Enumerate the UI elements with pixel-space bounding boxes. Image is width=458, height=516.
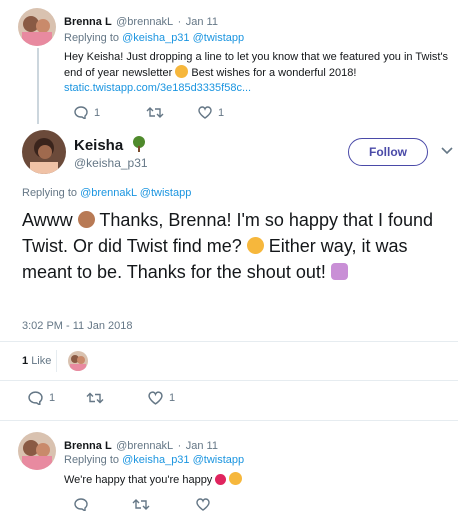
- reply-replying-to: Replying to @keisha_p31 @twistapp: [64, 32, 244, 44]
- reply-tweet-text: Hey Keisha! Just dropping a line to let …: [64, 50, 454, 96]
- thread-line: [37, 48, 39, 124]
- reply-count: 1: [94, 106, 101, 119]
- retweet-icon: [86, 392, 104, 404]
- bottom-retweet-button[interactable]: [132, 498, 150, 516]
- reply-icon: [74, 498, 88, 513]
- main-like-button[interactable]: 1: [148, 391, 175, 410]
- like-button-top[interactable]: 1: [198, 106, 224, 124]
- replying-prefix: Replying to: [64, 32, 120, 44]
- retweet-button-top[interactable]: [146, 106, 164, 124]
- reply-link[interactable]: static.twistapp.com/3e185d3335f58c...: [64, 82, 251, 94]
- divider: [0, 420, 458, 421]
- reply-author-name[interactable]: Brenna L: [64, 16, 112, 28]
- bottom-reply-button[interactable]: [74, 498, 88, 516]
- bottom-date[interactable]: Jan 11: [186, 440, 218, 452]
- keisha-avatar[interactable]: [22, 130, 66, 174]
- main-author-name[interactable]: Keisha: [74, 137, 123, 154]
- separator-dot: ·: [177, 16, 182, 28]
- replying-handles[interactable]: @keisha_p31 @twistapp: [122, 32, 244, 44]
- grin-emoji-icon: [175, 65, 189, 78]
- like-count: 1: [218, 106, 225, 119]
- likes-count: 1: [22, 355, 29, 367]
- likes-summary[interactable]: 1 Like: [22, 355, 51, 367]
- hugging-face-emoji-icon: [229, 472, 243, 485]
- tree-emoji-icon: [132, 136, 145, 152]
- main-text-1: Awww: [22, 210, 73, 230]
- reply-author-handle[interactable]: @brennakL: [116, 16, 173, 28]
- main-author: Keisha: [74, 136, 147, 155]
- main-reply-button[interactable]: 1: [28, 391, 55, 410]
- likes-label: Like: [31, 355, 52, 367]
- main-like-count: 1: [169, 392, 176, 404]
- woman-raising-hand-emoji-icon: [330, 263, 348, 280]
- retweet-icon: [132, 499, 150, 510]
- main-replying-to: Replying to @brennakL @twistapp: [22, 187, 191, 199]
- reply-date[interactable]: Jan 11: [186, 16, 218, 28]
- reply-icon: [28, 391, 43, 405]
- bottom-text: We're happy that you're happy: [64, 474, 213, 486]
- main-timestamp[interactable]: 3:02 PM - 11 Jan 2018: [22, 320, 132, 332]
- reply-icon: [74, 106, 88, 119]
- reply-text-3: Best wishes for a wonderful 2018!: [191, 67, 357, 79]
- retweet-icon: [146, 107, 164, 118]
- bottom-author-handle[interactable]: @brennakL: [116, 440, 173, 452]
- brenna-avatar[interactable]: [18, 432, 56, 470]
- main-replying-handles[interactable]: @brennakL @twistapp: [80, 187, 191, 199]
- reply-text-2: end of year newsletter: [64, 67, 173, 79]
- reply-actions: 1: [74, 106, 100, 124]
- heart-icon: [148, 391, 163, 405]
- chevron-down-icon[interactable]: [440, 144, 454, 158]
- see-no-evil-monkey-emoji-icon: [77, 211, 95, 228]
- reply-button[interactable]: 1: [74, 106, 100, 119]
- bottom-tweet-text: We're happy that you're happy: [64, 472, 243, 486]
- divider: [0, 380, 458, 381]
- main-replying-prefix: Replying to: [22, 187, 78, 199]
- bottom-like-button[interactable]: [196, 498, 210, 516]
- bottom-replying-to: Replying to @keisha_p31 @twistapp: [64, 454, 244, 466]
- heart-icon: [196, 498, 210, 511]
- reply-text-1: Hey Keisha! Just dropping a line to let …: [64, 51, 449, 63]
- main-reply-count: 1: [49, 392, 56, 404]
- liker-avatar[interactable]: [68, 351, 88, 371]
- sparkling-heart-emoji-icon: [215, 474, 227, 485]
- separator-dot: ·: [177, 440, 182, 452]
- bottom-tweet-header: Brenna L @brennakL · Jan 11: [64, 436, 218, 454]
- bottom-author-name[interactable]: Brenna L: [64, 440, 112, 452]
- main-author-handle[interactable]: @keisha_p31: [74, 156, 148, 170]
- main-tweet-text: Awww Thanks, Brenna! I'm so happy that I…: [22, 207, 442, 285]
- divider: [0, 341, 458, 342]
- bottom-replying-prefix: Replying to: [64, 454, 120, 466]
- brenna-avatar[interactable]: [18, 8, 56, 46]
- main-retweet-button[interactable]: [86, 391, 104, 410]
- heart-icon: [198, 106, 212, 119]
- likes-separator: [56, 350, 57, 372]
- bottom-replying-handles[interactable]: @keisha_p31 @twistapp: [122, 454, 244, 466]
- thinking-face-emoji-icon: [246, 237, 264, 254]
- reply-tweet-header: Brenna L @brennakL · Jan 11: [64, 12, 218, 30]
- follow-button[interactable]: Follow: [348, 138, 428, 166]
